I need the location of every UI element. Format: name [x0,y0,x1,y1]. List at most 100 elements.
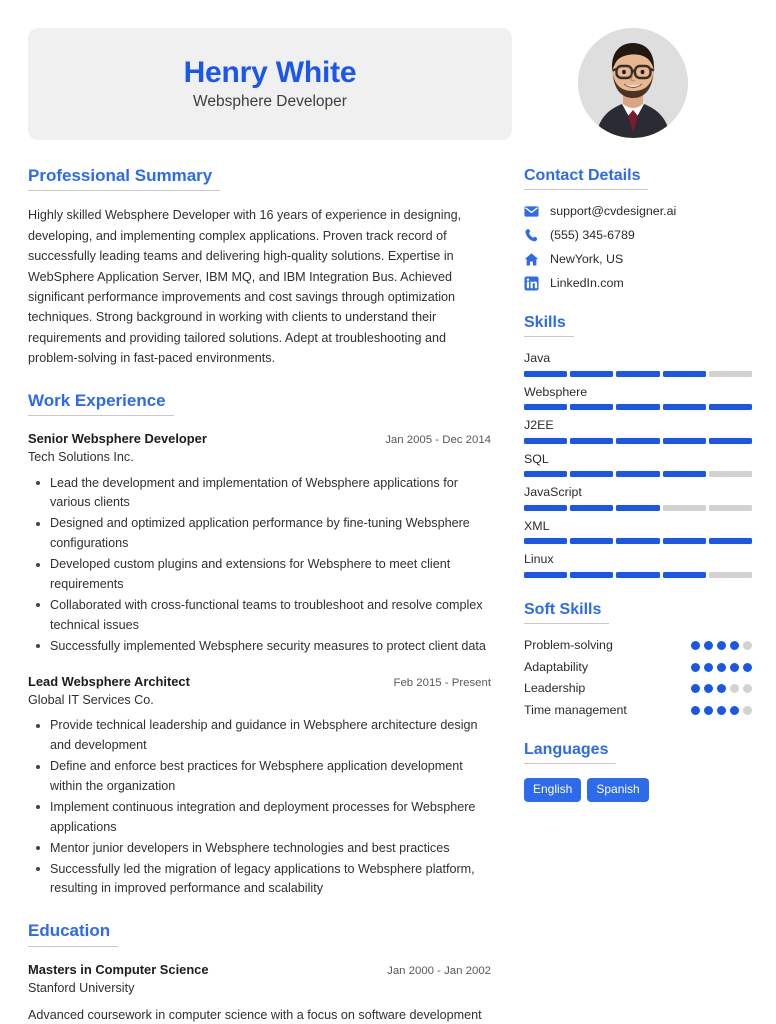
education-entry: Masters in Computer Science Jan 2000 - J… [28,961,491,1024]
contact-item-phone[interactable]: (555) 345-6789 [524,228,752,243]
section-heading-experience: Work Experience [28,391,174,416]
rating-dot [730,662,739,672]
section-soft-skills: Soft Skills Problem-solving Adaptability… [524,600,752,718]
skill-segment [662,471,706,478]
skill-segment [708,437,753,444]
rating-dot [691,705,700,715]
skill-item: XML [524,519,753,545]
contact-item-location[interactable]: NewYork, US [524,252,752,267]
skill-level-bar [524,404,753,411]
experience-list: Senior Websphere Developer Jan 2005 - De… [28,430,491,899]
skill-segment [524,370,568,377]
degree-date-range: Jan 2000 - Jan 2002 [387,964,491,977]
soft-skill-label: Problem-solving [524,638,613,653]
rating-dot [704,641,713,651]
skill-segment [708,504,753,511]
skill-item: JavaScript [524,485,753,511]
resume-page: Henry White Websphere Developer Professi… [0,0,776,1024]
skill-segment [570,471,614,478]
section-skills: Skills Java Websphere J2EE SQL JavaScrip… [524,313,753,578]
skill-segment [662,437,706,444]
rating-dot [691,684,700,694]
job-bullet-list: Lead the development and implementation … [28,474,491,657]
education-list: Masters in Computer Science Jan 2000 - J… [28,961,491,1024]
phone-icon [525,229,538,242]
envelope-icon [524,206,539,217]
skill-label: JavaScript [524,485,582,500]
entry-header: Masters in Computer Science Jan 2000 - J… [28,961,491,978]
skill-segment [708,370,753,377]
skill-segment [524,404,568,411]
section-heading-education: Education [28,921,119,947]
job-role: Lead Websphere Architect [28,673,190,689]
skill-segment [570,404,614,411]
skill-level-bar [524,538,753,545]
home-icon [524,253,539,266]
list-item: Successfully led the migration of legacy… [28,860,491,900]
skill-segment [662,404,706,411]
skill-segment [524,437,568,444]
list-item: Define and enforce best practices for We… [28,757,491,797]
skill-segment [524,471,568,478]
section-languages: Languages English Spanish [524,740,752,802]
skill-label: SQL [524,451,549,466]
soft-skill-label: Time management [524,702,627,717]
skill-segment [616,538,660,545]
rating-dot [704,705,713,715]
skill-segment [616,504,660,511]
sidebar-column: Contact Details support@cvdesigner.ai (5… [515,166,753,1024]
contact-item-linkedin[interactable]: LinkedIn.com [524,276,752,291]
skill-segment [662,370,706,377]
rating-dot [691,641,700,651]
skill-segment [708,538,753,545]
list-item: Designed and optimized application perfo… [28,514,491,554]
skill-level-bar [524,571,753,578]
skill-label: J2EE [524,418,554,433]
skill-level-bar [524,370,753,377]
list-item: Collaborated with cross-functional teams… [28,596,491,636]
page-title: Henry White [183,56,357,90]
skill-item: SQL [524,451,753,478]
list-item: Provide technical leadership and guidanc… [28,716,491,756]
skill-label: Websphere [524,384,588,399]
rating-dot [743,662,752,672]
contact-phone-text: (555) 345-6789 [550,228,635,243]
language-badge[interactable]: English [524,778,582,802]
experience-entry: Senior Websphere Developer Jan 2005 - De… [28,430,491,657]
section-education: Education Masters in Computer Science Ja… [28,921,491,1024]
skill-level-bar [524,437,753,444]
entry-header: Senior Websphere Developer Jan 2005 - De… [28,430,491,447]
contact-linkedin-text: LinkedIn.com [550,276,624,291]
skill-item: Java [524,351,753,377]
skill-item: Websphere [524,384,753,411]
degree-title: Masters in Computer Science [28,961,209,977]
list-item: Developed custom plugins and extensions … [28,555,491,595]
rating-dot [730,684,739,694]
job-date-range: Feb 2015 - Present [393,676,491,689]
skill-level-bar [524,471,753,478]
skill-segment [616,370,660,377]
job-company: Tech Solutions Inc. [28,450,134,465]
name-card: Henry White Websphere Developer [28,28,512,140]
section-heading-contact: Contact Details [524,166,649,191]
summary-text: Highly skilled Websphere Developer with … [28,208,462,366]
languages-list: English Spanish [524,778,752,802]
rating-dot [717,684,726,694]
degree-description: Advanced coursework in computer science … [28,1008,482,1023]
skill-segment [616,437,660,444]
skill-segment [616,471,660,478]
soft-skill-item: Time management [524,703,752,719]
contact-item-email[interactable]: support@cvdesigner.ai [524,204,752,219]
language-badge[interactable]: Spanish [587,778,649,802]
list-item: Implement continuous integration and dep… [28,798,491,838]
section-heading-languages: Languages [524,740,617,765]
resume-header: Henry White Websphere Developer [28,28,752,140]
rating-dot [704,684,713,694]
soft-skill-rating [691,641,752,651]
skill-segment [662,571,706,578]
section-heading-soft-skills: Soft Skills [524,600,610,625]
contact-list: support@cvdesigner.ai (555) 345-6789 New… [524,204,752,291]
skill-segment [616,571,660,578]
job-date-range: Jan 2005 - Dec 2014 [385,433,491,446]
skill-segment [708,404,753,411]
